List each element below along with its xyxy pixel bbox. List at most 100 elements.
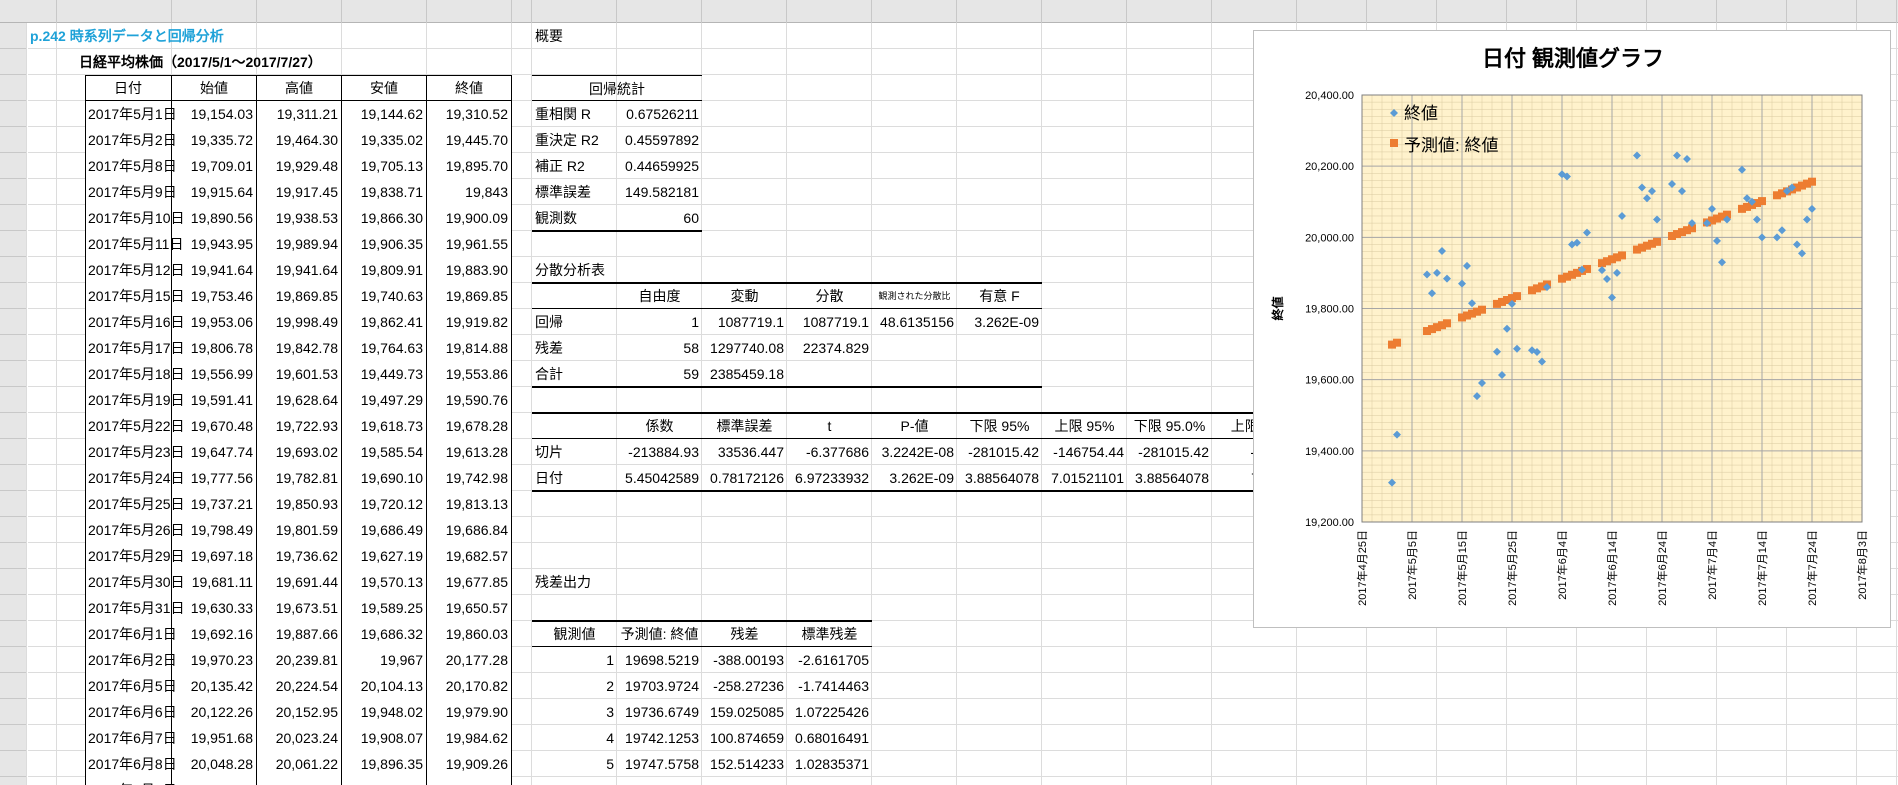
stock-cell[interactable]: 19,895.70	[427, 153, 512, 179]
stock-cell[interactable]: 19,677.85	[427, 569, 512, 595]
row-header-23[interactable]	[0, 595, 27, 621]
column-header-I[interactable]	[617, 0, 702, 23]
anova-header[interactable]: 分散	[787, 283, 872, 309]
row-header-30[interactable]	[0, 777, 27, 785]
stock-cell[interactable]: 19,705.13	[342, 153, 427, 179]
stock-cell[interactable]: 19,650.57	[427, 595, 512, 621]
coef-cell[interactable]: 3.262E-09	[872, 465, 957, 491]
regression-value[interactable]: 0.67526211	[617, 101, 702, 127]
residual-header[interactable]: 観測値	[532, 621, 617, 647]
stock-cell[interactable]: 19,589.25	[342, 595, 427, 621]
stock-cell[interactable]: 20,224.54	[257, 673, 342, 699]
stock-cell[interactable]: 19,813.13	[427, 491, 512, 517]
residual-cell[interactable]: 19736.6749	[617, 699, 702, 725]
residual-cell[interactable]: -388.00193	[702, 647, 787, 673]
column-header-W[interactable]	[1717, 0, 1787, 23]
anova-cell[interactable]: 1087719.1	[787, 309, 872, 335]
residual-header[interactable]: 標準残差	[787, 621, 872, 647]
column-header-R[interactable]	[1367, 0, 1437, 23]
stock-cell[interactable]: 19,613.28	[427, 439, 512, 465]
row-header-11[interactable]	[0, 283, 27, 309]
coef-cell[interactable]: 5.45042589	[617, 465, 702, 491]
stock-cell[interactable]: 19,570.13	[342, 569, 427, 595]
row-header-27[interactable]	[0, 699, 27, 725]
coef-cell[interactable]: 日付	[532, 465, 617, 491]
row-header-2[interactable]	[0, 49, 27, 75]
stock-cell[interactable]: 2017年5月25日	[85, 491, 185, 517]
scatter-chart[interactable]: 日付 観測値グラフ 19,200.00 19,400.00 19,600.00 19,8…	[1253, 30, 1891, 628]
stock-cell[interactable]: 2017年6月2日	[85, 647, 177, 673]
stock-cell[interactable]: 19,335.72	[172, 127, 257, 153]
stock-cell[interactable]: 19,782.81	[257, 465, 342, 491]
row-header-10[interactable]	[0, 257, 27, 283]
row-header-13[interactable]	[0, 335, 27, 361]
row-header-14[interactable]	[0, 361, 27, 387]
regression-label[interactable]: 補正 R2	[532, 153, 617, 179]
stock-cell[interactable]: 20,061.22	[257, 751, 342, 777]
stock-cell[interactable]: 19,681.11	[172, 569, 257, 595]
anova-cell[interactable]: 48.6135156	[872, 309, 957, 335]
row-header-6[interactable]	[0, 153, 27, 179]
stock-cell[interactable]: 19,906.35	[342, 231, 427, 257]
residual-header[interactable]: 予測値: 終値	[617, 621, 702, 647]
stock-cell[interactable]: 2017年5月9日	[85, 179, 177, 205]
stock-cell[interactable]: 2017年5月17日	[85, 335, 185, 361]
stock-cell[interactable]: 19,590.76	[427, 387, 512, 413]
residual-cell[interactable]: 1.406008	[787, 777, 872, 785]
stock-cell[interactable]: 19,628.64	[257, 387, 342, 413]
coef-header[interactable]: 下限 95.0%	[1127, 413, 1212, 439]
row-header-22[interactable]	[0, 569, 27, 595]
stock-cell[interactable]: 19,919.82	[427, 309, 512, 335]
residual-cell[interactable]: 0.68016491	[787, 725, 872, 751]
stock-cell[interactable]: 19,917.45	[257, 179, 342, 205]
stock-cell[interactable]: 19,737.21	[172, 491, 257, 517]
regression-label[interactable]: 観測数	[532, 205, 617, 231]
stock-cell[interactable]: 2017年5月15日	[85, 283, 185, 309]
row-header-4[interactable]	[0, 101, 27, 127]
stock-cell[interactable]: 19,585.54	[342, 439, 427, 465]
column-header-C[interactable]	[172, 0, 257, 23]
stock-cell[interactable]: 2017年5月10日	[85, 205, 185, 231]
row-header-19[interactable]	[0, 491, 27, 517]
coef-cell[interactable]: 3.88564078	[957, 465, 1042, 491]
stock-cell[interactable]: 19,777.56	[172, 465, 257, 491]
anova-cell[interactable]: 22374.829	[787, 335, 872, 361]
row-header-12[interactable]	[0, 309, 27, 335]
residual-cell[interactable]: 152.514233	[702, 751, 787, 777]
residual-cell[interactable]: 6	[532, 777, 617, 785]
row-header-21[interactable]	[0, 543, 27, 569]
anova-cell[interactable]	[957, 335, 1042, 361]
stock-cell[interactable]: 19,900.09	[427, 205, 512, 231]
stock-cell[interactable]: 19,720.12	[342, 491, 427, 517]
stock-cell[interactable]: 19,869.85	[427, 283, 512, 309]
stock-cell[interactable]: 19,951.68	[172, 725, 257, 751]
stock-cell[interactable]: 19,842.78	[257, 335, 342, 361]
anova-header[interactable]: 観測された分散比	[872, 283, 957, 309]
coef-cell[interactable]: -281015.42	[1127, 439, 1212, 465]
column-header-N[interactable]	[1042, 0, 1127, 23]
stock-cell[interactable]: 2017年6月7日	[85, 725, 177, 751]
row-header-24[interactable]	[0, 621, 27, 647]
stock-cell[interactable]: 20,152.95	[257, 699, 342, 725]
residual-cell[interactable]: 2	[532, 673, 617, 699]
stock-cell[interactable]: 19,742.98	[427, 465, 512, 491]
residual-cell[interactable]: 4	[532, 725, 617, 751]
anova-cell[interactable]: 59	[617, 361, 702, 387]
stock-cell[interactable]: 2017年6月5日	[85, 673, 177, 699]
row-header-29[interactable]	[0, 751, 27, 777]
stock-cell[interactable]: 19,693.02	[257, 439, 342, 465]
coef-header[interactable]: P-値	[872, 413, 957, 439]
row-header-18[interactable]	[0, 465, 27, 491]
stock-cell[interactable]: 19,941.64	[172, 257, 257, 283]
anova-cell[interactable]: 1297740.08	[702, 335, 787, 361]
column-header-T[interactable]	[1507, 0, 1577, 23]
stock-cell[interactable]: 2017年6月9日	[85, 777, 177, 785]
coef-cell[interactable]: 3.2242E-08	[872, 439, 957, 465]
stock-cell[interactable]: 19,678.28	[427, 413, 512, 439]
stock-cell[interactable]: 20,048.28	[172, 751, 257, 777]
column-header-D[interactable]	[257, 0, 342, 23]
stock-cell[interactable]: 19,890.56	[172, 205, 257, 231]
anova-cell[interactable]: 1	[617, 309, 702, 335]
stock-cell[interactable]: 20,023.24	[257, 725, 342, 751]
stock-cell[interactable]: 19,806.78	[172, 335, 257, 361]
